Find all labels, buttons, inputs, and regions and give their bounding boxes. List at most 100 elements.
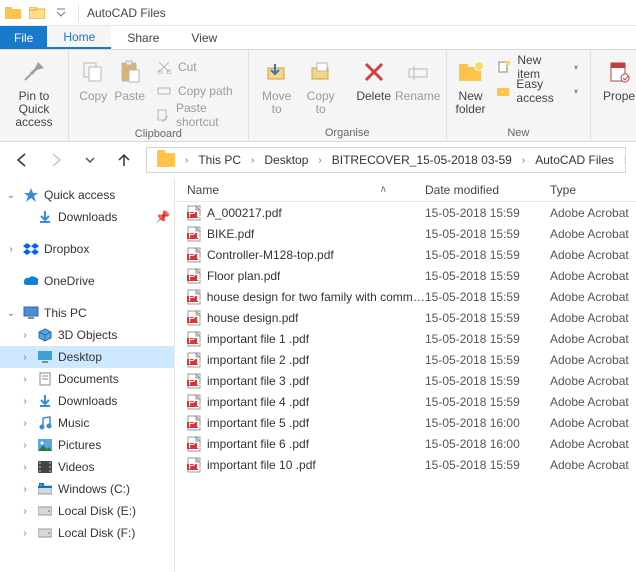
expand-icon[interactable]: › (18, 396, 32, 407)
navigation-tree[interactable]: ⌄ Quick access Downloads 📌 › Dropbox One… (0, 178, 175, 572)
forward-button[interactable] (44, 148, 68, 172)
file-type: Adobe Acrobat (550, 269, 636, 283)
file-row[interactable]: PDFimportant file 2 .pdf15-05-2018 15:59… (175, 349, 636, 370)
tree-windows-c[interactable]: › Windows (C:) (0, 478, 174, 500)
file-type: Adobe Acrobat (550, 416, 636, 430)
tree-desktop[interactable]: › Desktop (0, 346, 174, 368)
cut-button[interactable]: Cut (150, 56, 242, 78)
move-to-button[interactable]: Move to (255, 54, 299, 116)
tree-downloads[interactable]: Downloads 📌 (0, 206, 174, 228)
pdf-icon: PDF (187, 373, 201, 389)
file-row[interactable]: PDFimportant file 3 .pdf15-05-2018 15:59… (175, 370, 636, 391)
chevron-right-icon[interactable]: › (518, 155, 529, 166)
tree-local-f[interactable]: › Local Disk (F:) (0, 522, 174, 544)
tab-share[interactable]: Share (111, 26, 175, 49)
expand-icon[interactable]: › (18, 440, 32, 451)
tab-view[interactable]: View (175, 26, 233, 49)
file-row[interactable]: PDFController-M128-top.pdf15-05-2018 15:… (175, 244, 636, 265)
pin-to-quick-access-button[interactable]: Pin to Quick access (6, 54, 62, 130)
recent-locations-button[interactable] (78, 148, 102, 172)
back-button[interactable] (10, 148, 34, 172)
tree-music[interactable]: › Music (0, 412, 174, 434)
expand-icon[interactable]: › (18, 506, 32, 517)
easy-access-button[interactable]: Easy access ▾ (490, 80, 584, 102)
file-row[interactable]: PDFBIKE.pdf15-05-2018 15:59Adobe Acrobat (175, 223, 636, 244)
breadcrumb-item[interactable]: BITRECOVER_15-05-2018 03-59 (326, 148, 518, 172)
up-button[interactable] (112, 148, 136, 172)
tree-onedrive[interactable]: OneDrive (0, 270, 174, 292)
expand-icon[interactable]: › (18, 374, 32, 385)
copy-path-button[interactable]: Copy path (150, 80, 242, 102)
file-row[interactable]: PDFimportant file 1 .pdf15-05-2018 15:59… (175, 328, 636, 349)
expand-icon[interactable]: › (18, 462, 32, 473)
file-name: important file 2 .pdf (207, 353, 309, 367)
clipboard-group-label: Clipboard (75, 126, 242, 142)
breadcrumb[interactable]: › This PC › Desktop › BITRECOVER_15-05-2… (146, 147, 626, 173)
paste-shortcut-button[interactable]: Paste shortcut (150, 104, 242, 126)
breadcrumb-item[interactable]: Desktop (258, 148, 314, 172)
file-row[interactable]: PDFhouse design.pdf15-05-2018 15:59Adobe… (175, 307, 636, 328)
tree-dropbox[interactable]: › Dropbox (0, 238, 174, 260)
tree-documents[interactable]: › Documents (0, 368, 174, 390)
file-row[interactable]: PDFimportant file 5 .pdf15-05-2018 16:00… (175, 412, 636, 433)
main-content: ⌄ Quick access Downloads 📌 › Dropbox One… (0, 178, 636, 572)
copy-to-button[interactable]: Copy to (299, 54, 343, 116)
column-name[interactable]: Name ∧ (175, 183, 425, 197)
file-row[interactable]: PDFhouse design for two family with comm… (175, 286, 636, 307)
app-icon (2, 2, 24, 24)
column-type[interactable]: Type (550, 183, 636, 197)
chevron-right-icon[interactable]: › (247, 155, 258, 166)
tree-videos[interactable]: › Videos (0, 456, 174, 478)
tree-local-e[interactable]: › Local Disk (E:) (0, 500, 174, 522)
column-headers: Name ∧ Date modified Type (175, 178, 636, 202)
properties-button[interactable]: Prope (597, 54, 636, 103)
file-row[interactable]: PDFFloor plan.pdf15-05-2018 15:59Adobe A… (175, 265, 636, 286)
svg-text:PDF: PDF (188, 437, 201, 451)
tree-this-pc[interactable]: ⌄ This PC (0, 302, 174, 324)
breadcrumb-item[interactable]: This PC (192, 148, 247, 172)
file-date: 15-05-2018 15:59 (425, 353, 550, 367)
file-row[interactable]: PDFA_000217.pdf15-05-2018 15:59Adobe Acr… (175, 202, 636, 223)
chevron-right-icon[interactable]: › (314, 155, 325, 166)
new-folder-button[interactable]: New folder (453, 54, 489, 116)
nav-bar: › This PC › Desktop › BITRECOVER_15-05-2… (0, 142, 636, 178)
qat-dropdown-icon[interactable] (50, 2, 72, 24)
tree-quick-access[interactable]: ⌄ Quick access (0, 184, 174, 206)
tab-file[interactable]: File (0, 26, 47, 49)
chevron-right-icon[interactable]: › (181, 155, 192, 166)
expand-icon[interactable]: › (18, 418, 32, 429)
expand-icon[interactable]: › (18, 352, 32, 363)
breadcrumb-item[interactable]: AutoCAD Files (529, 148, 620, 172)
expand-icon[interactable]: › (18, 484, 32, 495)
paste-icon (114, 58, 146, 86)
file-date: 15-05-2018 15:59 (425, 227, 550, 241)
breadcrumb-root-icon[interactable] (151, 148, 181, 172)
pdf-icon: PDF (187, 457, 201, 473)
new-item-button[interactable]: New item ▾ (490, 56, 584, 78)
paste-button[interactable]: Paste (111, 54, 147, 103)
folder-icon (26, 2, 48, 24)
chevron-right-icon[interactable]: › (620, 155, 626, 166)
tree-3d-objects[interactable]: › 3D Objects (0, 324, 174, 346)
file-row[interactable]: PDFimportant file 10 .pdf15-05-2018 15:5… (175, 454, 636, 475)
rename-button[interactable]: Rename (396, 54, 440, 103)
tree-downloads-pc[interactable]: › Downloads (0, 390, 174, 412)
expand-icon[interactable]: › (18, 330, 32, 341)
delete-button[interactable]: Delete (352, 54, 396, 103)
copy-button[interactable]: Copy (75, 54, 111, 103)
file-date: 15-05-2018 15:59 (425, 458, 550, 472)
file-row[interactable]: PDFimportant file 4 .pdf15-05-2018 15:59… (175, 391, 636, 412)
column-date[interactable]: Date modified (425, 183, 550, 197)
collapse-icon[interactable]: ⌄ (4, 190, 18, 201)
collapse-icon[interactable]: ⌄ (4, 308, 18, 319)
rename-icon (402, 58, 434, 86)
tree-pictures[interactable]: › Pictures (0, 434, 174, 456)
file-type: Adobe Acrobat (550, 227, 636, 241)
downloads-icon (36, 394, 54, 408)
dropbox-icon (22, 242, 40, 256)
drive-icon (36, 483, 54, 495)
file-row[interactable]: PDFimportant file 6 .pdf15-05-2018 16:00… (175, 433, 636, 454)
expand-icon[interactable]: › (4, 244, 18, 255)
expand-icon[interactable]: › (18, 528, 32, 539)
tab-home[interactable]: Home (47, 26, 111, 49)
